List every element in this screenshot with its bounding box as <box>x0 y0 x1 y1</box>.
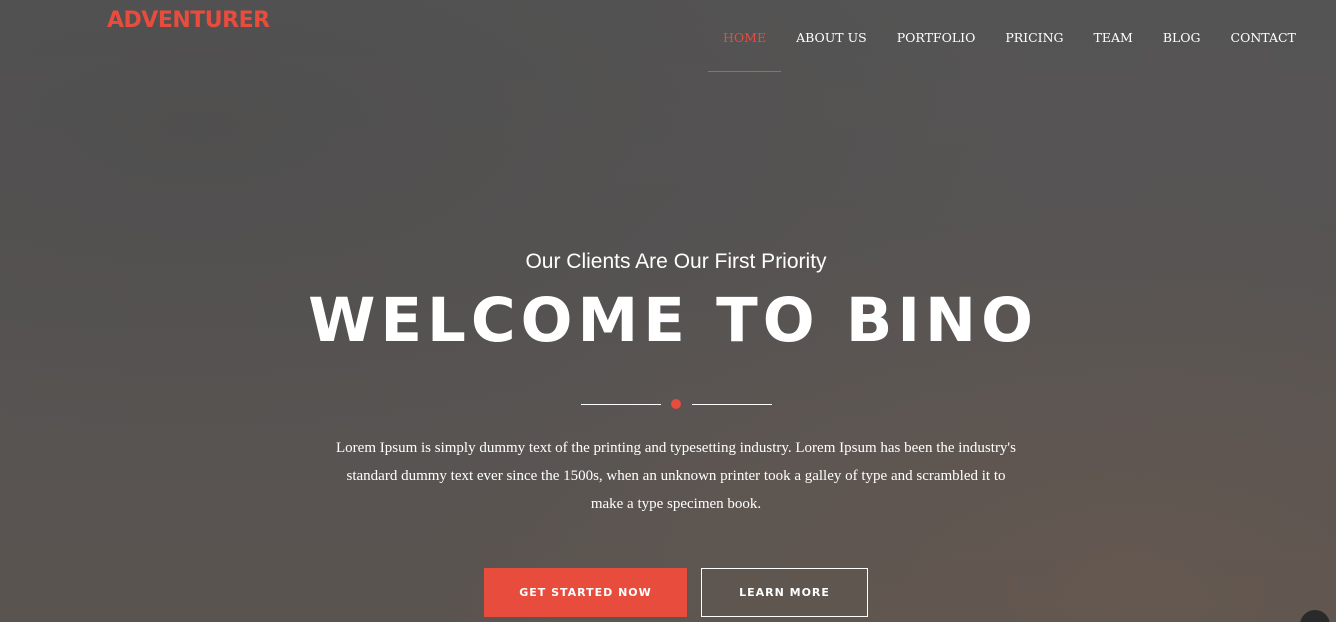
hero-subtitle: Our Clients Are Our First Priority <box>525 250 827 273</box>
hero-description: Lorem Ipsum is simply dummy text of the … <box>336 440 1016 512</box>
site-logo[interactable]: ADVENTURER <box>107 8 270 33</box>
nav-item-portfolio[interactable]: PORTFOLIO <box>882 0 991 72</box>
divider-line-left <box>581 404 661 405</box>
nav-item-contact[interactable]: CONTACT <box>1216 0 1311 72</box>
divider-dot <box>671 399 681 409</box>
title-divider <box>581 397 772 411</box>
nav-item-home[interactable]: HOME <box>708 0 782 72</box>
nav-item-team[interactable]: TEAM <box>1079 0 1148 72</box>
hero-title: WELCOME TO BINO <box>308 285 1038 356</box>
nav-item-blog[interactable]: BLOG <box>1148 0 1216 72</box>
main-nav: HOME ABOUT US PORTFOLIO PRICING TEAM BLO… <box>708 0 1311 72</box>
divider-line-right <box>692 404 772 405</box>
nav-item-pricing[interactable]: PRICING <box>990 0 1078 72</box>
get-started-button[interactable]: GET STARTED NOW <box>484 568 687 617</box>
learn-more-button[interactable]: LEARN MORE <box>701 568 868 617</box>
nav-item-about-us[interactable]: ABOUT US <box>781 0 882 72</box>
